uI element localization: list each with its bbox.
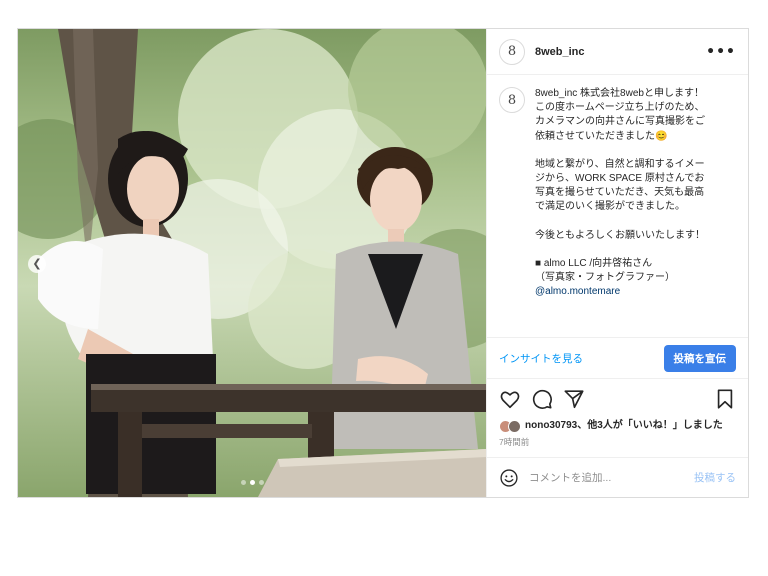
more-options-icon[interactable]: ••• <box>706 44 736 60</box>
caption-line: ジから、WORK SPACE 原村さんでお <box>535 173 705 185</box>
caption-line: 株式会社8webと申します！ <box>577 88 704 99</box>
caption-line: 今後ともよろしくお願いいたします！ <box>535 229 705 241</box>
post-timestamp: 7時間前 <box>499 437 530 447</box>
caption-text: 8web_inc 株式会社8webと申します！ この度ホームページ立ち上げのため… <box>535 87 735 337</box>
caption-line: 写真を撮らせていただき、天気も最高 <box>535 187 705 199</box>
likes-section: nono30793、他3人が「いいね！」しました <box>487 419 748 433</box>
carousel-dot <box>258 480 264 485</box>
chevron-left-icon[interactable]: ❮ <box>28 255 46 273</box>
post-comment-button[interactable]: 投稿する <box>694 470 736 485</box>
caption-line: ■ almo LLC /向井啓祐さん <box>535 257 653 269</box>
liker-avatar <box>508 420 521 433</box>
username-link[interactable]: 8web_inc <box>535 46 706 58</box>
promote-post-button[interactable]: 投稿を宣伝 <box>663 344 736 372</box>
view-insights-link[interactable]: インサイトを見る <box>499 351 583 366</box>
comment-icon[interactable] <box>531 388 553 410</box>
paper-plane-icon[interactable] <box>563 388 585 410</box>
comment-bar: 投稿する <box>487 457 748 497</box>
caption-username[interactable]: 8web_inc <box>535 88 577 99</box>
smiley-icon[interactable] <box>499 468 519 488</box>
post-photo[interactable]: ❮ <box>18 29 486 497</box>
caption-line: この度ホームページ立ち上げのため、 <box>535 102 705 114</box>
likes-count-text[interactable]: nono30793、他3人が「いいね！」しました <box>525 419 723 433</box>
post-side-panel: 8 8web_inc ••• 8 8web_inc 株式会社8webと申します！… <box>486 29 748 497</box>
caption-section: 8 8web_inc 株式会社8webと申します！ この度ホームページ立ち上げの… <box>487 75 748 337</box>
avatar-logo: 8 <box>507 44 517 59</box>
comment-input[interactable] <box>529 471 694 484</box>
avatar-logo: 8 <box>507 92 517 108</box>
liker-avatars[interactable] <box>499 420 521 433</box>
action-bar <box>487 379 748 419</box>
caption-avatar[interactable]: 8 <box>499 87 525 113</box>
avatar[interactable]: 8 <box>499 38 525 65</box>
post-header: 8 8web_inc ••• <box>487 29 748 75</box>
photo-illustration <box>18 29 486 497</box>
heart-icon[interactable] <box>499 388 521 410</box>
mention-link[interactable]: @almo.montemare <box>535 285 735 299</box>
caption-line: （写真家・フォトグラファー） <box>535 272 675 284</box>
caption-line: で満足のいく撮影ができました。 <box>535 201 685 213</box>
caption-line: 依頼させていただきました😊 <box>535 130 668 142</box>
caption-line: カメラマンの向井さんに写真撮影をご <box>535 116 705 128</box>
carousel-dots <box>18 480 486 485</box>
caption-line: 地域と繋がり、自然と調和するイメー <box>535 158 705 170</box>
carousel-dot <box>240 480 246 485</box>
carousel-dot-active <box>249 480 255 485</box>
instagram-post: ❮ 8 8web_inc ••• 8 8web_inc 株式会社8webと申しま… <box>17 28 749 498</box>
bookmark-icon[interactable] <box>714 388 736 410</box>
insight-bar: インサイトを見る 投稿を宣伝 <box>487 337 748 379</box>
